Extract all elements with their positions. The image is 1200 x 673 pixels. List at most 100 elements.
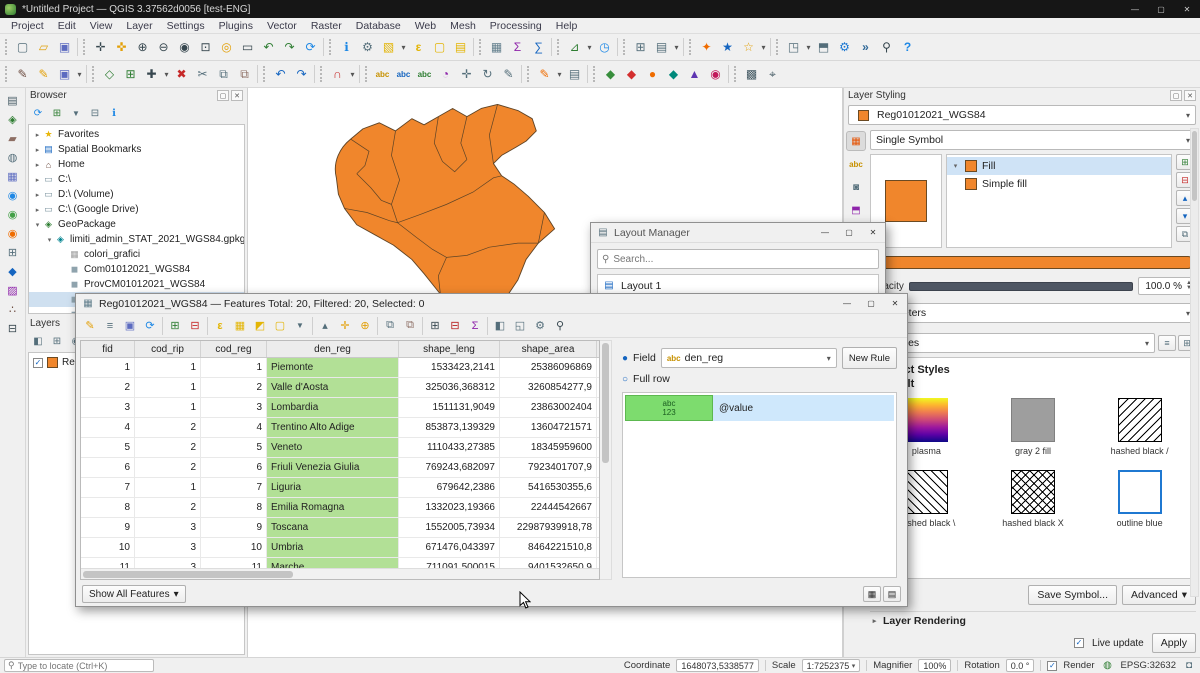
select-features-icon[interactable]: ▧ (378, 37, 399, 58)
cell-den-reg[interactable]: Piemonte (267, 358, 399, 377)
wcs-layer-icon[interactable]: ◉ (3, 205, 23, 224)
toolbar-grip[interactable] (527, 66, 531, 82)
identify-features-icon[interactable]: ℹ (336, 37, 357, 58)
expand-arrow-icon[interactable]: ▸ (33, 146, 42, 154)
expand-arrow-icon[interactable]: ▸ (33, 206, 42, 214)
zoom-out-icon[interactable]: ⊖ (153, 37, 174, 58)
cell-fid[interactable]: 5 (81, 438, 135, 457)
dropdown-arrow-icon[interactable]: ▾ (348, 64, 357, 85)
table-row[interactable]: 10 3 10 Umbria 671476,043397 8464221510,… (81, 538, 599, 558)
help-icon[interactable]: ? (897, 37, 918, 58)
add-selected-layers-icon[interactable]: ⊞ (48, 104, 66, 122)
layout-search-input[interactable] (613, 254, 874, 265)
maximize-button[interactable]: ▢ (837, 224, 861, 242)
reload-table-icon[interactable]: ⟳ (140, 316, 160, 336)
vertex-tool-icon[interactable]: ✚ (141, 64, 162, 85)
cell-cod-rip[interactable]: 3 (135, 518, 201, 537)
browser-item-home[interactable]: ▸ ⌂ Home (29, 157, 244, 172)
browser-item-colori-grafici[interactable]: ▦ colori_grafici (29, 247, 244, 262)
cell-fid[interactable]: 9 (81, 518, 135, 537)
float-panel-icon[interactable]: ▢ (217, 90, 229, 101)
menu-vector[interactable]: Vector (260, 19, 304, 33)
label-rule-icon[interactable]: abc (414, 64, 435, 85)
column-header[interactable]: cod_reg (201, 341, 267, 357)
symbol-tree-fill[interactable]: ▾ Fill (947, 157, 1171, 175)
coordinate-value[interactable]: 1648073,5338577 (676, 659, 759, 672)
zoom-full-icon[interactable]: ⊡ (195, 37, 216, 58)
select-by-value-icon[interactable]: ▤ (450, 37, 471, 58)
style-hashed-black-fwd[interactable]: hashed black / (1090, 398, 1189, 456)
dropdown-arrow-icon[interactable]: ▾ (162, 64, 171, 85)
toolbar-grip[interactable] (734, 66, 738, 82)
field-calculator-icon[interactable]: Σ (465, 316, 485, 336)
table-row[interactable]: 7 1 7 Liguria 679642,2386 5416530355,6 (81, 478, 599, 498)
cell-cod-reg[interactable]: 7 (201, 478, 267, 497)
cell-fid[interactable]: 4 (81, 418, 135, 437)
add-record-icon[interactable]: ⊞ (120, 64, 141, 85)
expand-arrow-icon[interactable]: ▾ (33, 221, 42, 229)
form-annotation-icon[interactable]: ▤ (564, 64, 585, 85)
cell-shape-area[interactable]: 7923401707,9 (500, 458, 597, 477)
close-panel-icon[interactable]: ✕ (1184, 90, 1196, 101)
delete-feature-icon[interactable]: ⊟ (185, 316, 205, 336)
cell-den-reg[interactable]: Valle d'Aosta (267, 378, 399, 397)
dock-table-icon[interactable]: ◱ (510, 316, 530, 336)
delete-field-icon[interactable]: ⊟ (445, 316, 465, 336)
toolbar-grip[interactable] (92, 66, 96, 82)
save-symbol-button[interactable]: Save Symbol... (1028, 585, 1117, 605)
zoom-native-icon[interactable]: ◉ (174, 37, 195, 58)
opacity-slider[interactable] (909, 282, 1133, 291)
menu-web[interactable]: Web (408, 19, 443, 33)
table-row[interactable]: 8 2 8 Emilia Romagna 1332023,19366 22444… (81, 498, 599, 518)
style-manager-icon[interactable]: ✦ (696, 37, 717, 58)
dropdown-arrow-icon[interactable]: ▾ (555, 64, 564, 85)
vertical-scrollbar[interactable] (600, 340, 612, 580)
osm-search-icon[interactable]: ⚲ (876, 37, 897, 58)
show-all-features-button[interactable]: Show All Features ▾ (82, 585, 186, 603)
vector-tile-layer-icon[interactable]: ▨ (3, 281, 23, 300)
close-button[interactable]: ✕ (1174, 0, 1200, 18)
toggle-editing-icon[interactable]: ✎ (80, 316, 100, 336)
wfs-layer-icon[interactable]: ◉ (3, 224, 23, 243)
maximize-button[interactable]: ▢ (859, 295, 883, 313)
conditional-formatting-icon[interactable]: ◧ (490, 316, 510, 336)
menu-project[interactable]: Project (4, 19, 51, 33)
cell-cod-rip[interactable]: 2 (135, 438, 201, 457)
layout-item-1[interactable]: ▤ Layout 1 (598, 277, 878, 294)
cell-cod-rip[interactable]: 1 (135, 358, 201, 377)
cell-fid[interactable]: 11 (81, 558, 135, 568)
cell-fid[interactable]: 3 (81, 398, 135, 417)
column-header[interactable]: cod_rip (135, 341, 201, 357)
cell-den-reg[interactable]: Trentino Alto Adige (267, 418, 399, 437)
cell-shape-area[interactable]: 18345959600 (500, 438, 597, 457)
new-rule-button[interactable]: New Rule (842, 347, 897, 369)
cell-den-reg[interactable]: Marche (267, 558, 399, 568)
full-row-radio[interactable]: ○ (622, 374, 628, 385)
style-hashed-black-x[interactable]: hashed black X (984, 470, 1083, 528)
locate-input[interactable] (18, 661, 138, 671)
cell-shape-leng[interactable]: 1332023,19366 (399, 498, 500, 517)
toolbar-grip[interactable] (5, 39, 9, 55)
open-layer-styling-icon[interactable]: ◧ (29, 332, 47, 350)
mask-tab-icon[interactable]: ◙ (846, 177, 866, 197)
browser-item-d-drive[interactable]: ▸ ▭ D:\ (Volume) (29, 187, 244, 202)
cell-cod-reg[interactable]: 8 (201, 498, 267, 517)
browser-item-gpkg-file[interactable]: ▾ ◈ limiti_admin_STAT_2021_WGS84.gpkg (29, 232, 244, 247)
collapse-all-icon[interactable]: ⊟ (86, 104, 104, 122)
show-bookmarks-icon[interactable]: ★ (717, 37, 738, 58)
dropdown-arrow-icon[interactable]: ▾ (804, 37, 813, 58)
measure-icon[interactable]: ⊿ (564, 37, 585, 58)
expand-arrow-icon[interactable]: ▸ (870, 617, 879, 625)
zoom-in-icon[interactable]: ⊕ (132, 37, 153, 58)
pan-to-selection-icon[interactable]: ✛ (335, 316, 355, 336)
zoom-to-selection-icon[interactable]: ⊕ (355, 316, 375, 336)
delete-selected-icon[interactable]: ✖ (171, 64, 192, 85)
pan-map-icon[interactable]: ✛ (90, 37, 111, 58)
arcgis-layer-icon[interactable]: ◆ (3, 262, 23, 281)
cell-cod-reg[interactable]: 11 (201, 558, 267, 568)
snapping-icon[interactable]: ∩ (327, 64, 348, 85)
paste-icon[interactable]: ⧉ (400, 316, 420, 336)
georeferencer-icon[interactable]: ⌖ (762, 64, 783, 85)
menu-plugins[interactable]: Plugins (212, 19, 260, 33)
new-annotation-icon[interactable]: ✎ (534, 64, 555, 85)
